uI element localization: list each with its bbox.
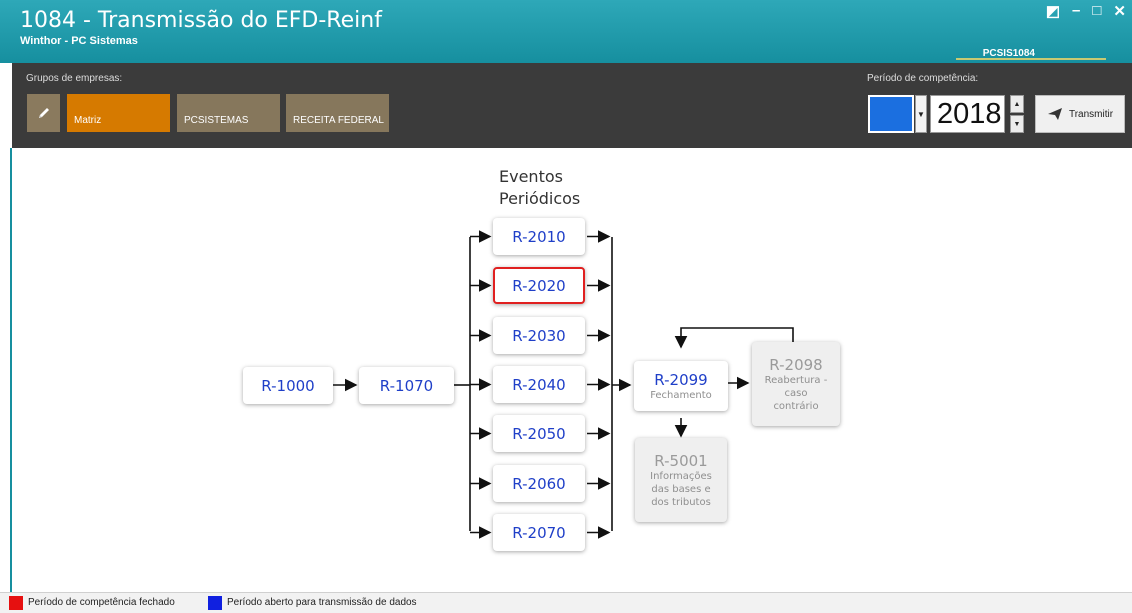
group-button-receita-federal[interactable]: RECEITA FEDERAL (286, 94, 389, 132)
month-select[interactable] (868, 95, 914, 133)
groups-label: Grupos de empresas: (26, 73, 123, 84)
group-button-pcsistemas[interactable]: PCSISTEMAS (177, 94, 280, 132)
event-r2098: R-2098 Reabertura - caso contrário (752, 342, 840, 426)
window-controls: ◩ – □ ✕ (1046, 2, 1126, 20)
closed-period-swatch (9, 596, 23, 610)
event-r2020[interactable]: R-2020 (493, 267, 585, 304)
window-title: 1084 - Transmissão do EFD-Reinf (20, 8, 382, 33)
r2098-sub: Reabertura - caso contrário (764, 374, 828, 412)
toolbar: Grupos de empresas: Matriz PCSISTEMAS RE… (12, 63, 1132, 148)
open-period-label: Período aberto para transmissão de dados (227, 597, 417, 608)
pencil-icon (38, 108, 49, 118)
year-field[interactable]: 2018 (930, 95, 1005, 133)
chevron-down-icon[interactable]: ▼ (915, 95, 927, 133)
closed-period-label: Período de competência fechado (28, 597, 175, 608)
send-icon (1047, 108, 1062, 120)
diagram-heading: Eventos Periódicos (499, 167, 581, 208)
year-up-icon[interactable]: ▲ (1010, 95, 1024, 113)
restore-icon[interactable]: ◩ (1046, 2, 1060, 20)
event-r2010[interactable]: R-2010 (493, 218, 585, 255)
period-label: Período de competência: (867, 73, 979, 84)
window-subtitle: Winthor - PC Sistemas (20, 35, 138, 47)
r2099-code: R-2099 (654, 370, 708, 389)
title-underline (956, 58, 1106, 60)
r2098-code: R-2098 (769, 355, 823, 374)
transmit-label: Transmitir (1068, 108, 1114, 120)
r5001-sub: Informações das bases e dos tributos (650, 470, 712, 508)
r2099-sub: Fechamento (650, 389, 712, 401)
r5001-code: R-5001 (654, 451, 708, 470)
group-button-matriz[interactable]: Matriz (67, 94, 170, 132)
open-period-swatch (208, 596, 222, 610)
event-r1070[interactable]: R-1070 (359, 367, 454, 404)
minimize-icon[interactable]: – (1072, 2, 1080, 20)
title-bar: 1084 - Transmissão do EFD-Reinf Winthor … (0, 0, 1132, 63)
maximize-icon[interactable]: □ (1092, 2, 1101, 20)
transmit-button[interactable]: Transmitir (1035, 95, 1125, 133)
event-r2099[interactable]: R-2099 Fechamento (634, 361, 728, 411)
legend-bar: Período de competência fechado Período a… (0, 592, 1132, 613)
event-r2050[interactable]: R-2050 (493, 415, 585, 452)
edit-groups-button[interactable] (27, 94, 60, 132)
event-r2030[interactable]: R-2030 (493, 317, 585, 354)
year-value: 2018 (937, 98, 1002, 130)
event-r2060[interactable]: R-2060 (493, 465, 585, 502)
close-icon[interactable]: ✕ (1113, 2, 1126, 20)
year-down-icon[interactable]: ▼ (1010, 115, 1024, 133)
event-r2070[interactable]: R-2070 (493, 514, 585, 551)
event-r2040[interactable]: R-2040 (493, 366, 585, 403)
event-r5001: R-5001 Informações das bases e dos tribu… (635, 438, 727, 522)
event-r1000[interactable]: R-1000 (243, 367, 333, 404)
